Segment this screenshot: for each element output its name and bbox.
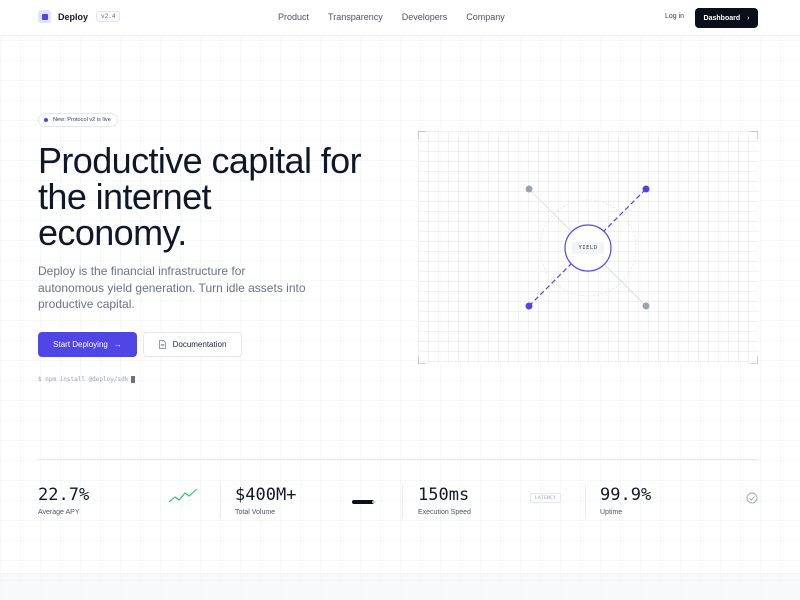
start-deploying-label: Start Deploying [53, 340, 108, 349]
install-command-text: $ npm install @deploy/sdk [38, 376, 129, 383]
bottom-section-edge [0, 573, 800, 600]
nav-link-product[interactable]: Product [278, 12, 309, 22]
stat-value: 150ms [418, 485, 470, 505]
corner-bracket-icon [418, 356, 426, 364]
login-link[interactable]: Log in [665, 13, 684, 20]
stat-label: Total Volume [235, 509, 276, 516]
stat-separator [220, 485, 221, 518]
top-navbar: Deploy v2.4 Product Transparency Develop… [0, 0, 800, 36]
stat-label: Execution Speed [418, 509, 471, 516]
start-deploying-button[interactable]: Start Deploying → [38, 332, 137, 357]
cursor-icon [131, 376, 136, 383]
arrow-right-icon: → [113, 340, 122, 349]
yield-label: YIELD [572, 242, 604, 254]
corner-bracket-icon [750, 356, 758, 364]
latency-badge: LATENCY [530, 493, 561, 503]
network-node [642, 302, 650, 310]
stat-label: Average APY [38, 509, 80, 516]
yield-network-visual: YIELD [418, 131, 758, 364]
announcement-badge[interactable]: New: Protocol v2 is live [38, 113, 118, 127]
dashboard-button[interactable]: Dashboard › [695, 8, 758, 28]
documentation-button[interactable]: Documentation [143, 332, 242, 357]
hero-title-line: economy. [38, 212, 187, 253]
chevron-right-icon: › [747, 14, 750, 22]
stats-divider [38, 459, 758, 460]
nav-link-developers[interactable]: Developers [402, 12, 448, 22]
brand-name: Deploy [58, 11, 89, 22]
nav-link-transparency[interactable]: Transparency [328, 12, 383, 22]
brand[interactable]: Deploy v2.4 [38, 10, 121, 23]
corner-bracket-icon [418, 131, 426, 139]
hero-title: Productive capital for the internet econ… [38, 143, 418, 251]
bar-indicator-track [372, 501, 376, 503]
install-command[interactable]: $ npm install @deploy/sdk [38, 376, 136, 383]
hero-title-line: the internet [38, 176, 212, 217]
version-badge: v2.4 [96, 11, 121, 22]
check-circle-icon [746, 492, 758, 504]
square-logo-icon [38, 10, 51, 23]
stat-value: 22.7% [38, 485, 90, 505]
network-node [525, 185, 533, 193]
stat-label: Uptime [600, 509, 623, 516]
hero-subtitle: Deploy is the financial infrastructure f… [38, 264, 306, 311]
corner-bracket-icon [750, 131, 758, 139]
stat-separator [585, 485, 586, 518]
stat-separator [402, 485, 403, 518]
network-node-active [525, 302, 533, 310]
trend-line-icon [168, 488, 198, 503]
nav-link-company[interactable]: Company [466, 12, 505, 22]
hero-title-line: Productive capital for [38, 140, 362, 181]
status-dot-icon [44, 118, 48, 122]
document-icon [158, 340, 166, 349]
nav-links: Product Transparency Developers Company [278, 12, 524, 22]
bar-indicator-icon [352, 500, 374, 504]
documentation-label: Documentation [172, 340, 227, 349]
dashboard-button-label: Dashboard [703, 14, 741, 22]
stat-value: $400M+ [235, 485, 297, 505]
stat-value: 99.9% [600, 485, 652, 505]
network-node-active [642, 185, 650, 193]
announcement-text: New: Protocol v2 is live [53, 117, 111, 123]
